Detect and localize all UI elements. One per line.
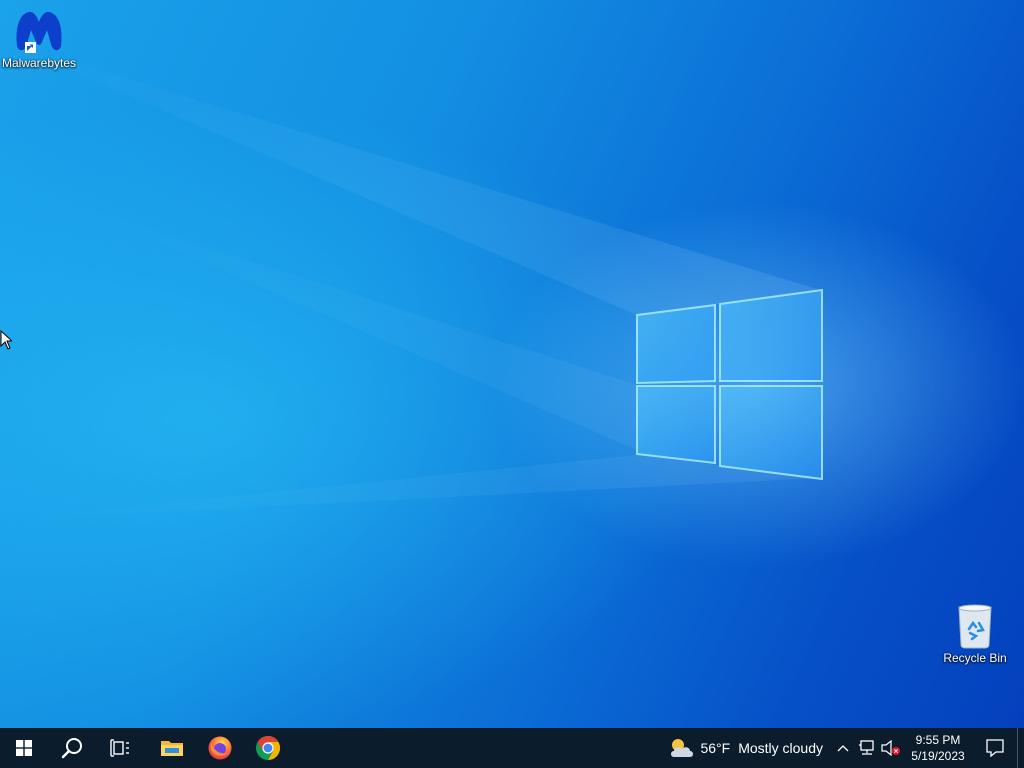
taskbar: 56°F Mostly cloudy 9:55 PM 5/19/2023 (0, 728, 1024, 768)
search-button[interactable] (48, 728, 96, 768)
weather-condition: Mostly cloudy (738, 740, 823, 756)
malwarebytes-icon (16, 11, 62, 53)
system-tray: 56°F Mostly cloudy 9:55 PM 5/19/2023 (664, 728, 1024, 768)
chrome-button[interactable] (244, 728, 292, 768)
volume-button[interactable] (879, 728, 903, 768)
chevron-up-icon (837, 745, 849, 752)
mouse-cursor-icon (0, 330, 12, 350)
action-center-button[interactable] (973, 728, 1017, 768)
clock-time: 9:55 PM (915, 733, 961, 747)
desktop-icon-label: Malwarebytes (1, 56, 77, 70)
clock-date: 5/19/2023 (911, 749, 965, 763)
weather-temperature: 56°F (700, 740, 731, 756)
windows-logo-icon (16, 740, 32, 756)
partly-cloudy-icon (671, 739, 694, 757)
desktop-icon-malwarebytes[interactable]: Malwarebytes (1, 8, 77, 70)
show-hidden-icons-button[interactable] (831, 728, 855, 768)
network-icon (859, 740, 874, 755)
clock[interactable]: 9:55 PM 5/19/2023 (903, 728, 973, 768)
search-icon (61, 738, 82, 759)
wallpaper-windows-logo (0, 40, 823, 520)
notification-icon (986, 739, 1004, 757)
firefox-button[interactable] (196, 728, 244, 768)
firefox-icon (208, 736, 232, 760)
speaker-muted-icon (881, 740, 900, 756)
desktop-icon-recycle-bin[interactable]: Recycle Bin (937, 603, 1013, 665)
show-desktop-button[interactable] (1017, 728, 1024, 768)
folder-icon (161, 741, 183, 756)
file-explorer-button[interactable] (148, 728, 196, 768)
network-button[interactable] (855, 728, 879, 768)
chrome-icon (256, 736, 281, 760)
weather-widget[interactable]: 56°F Mostly cloudy (664, 728, 831, 768)
desktop-icon-label: Recycle Bin (943, 651, 1007, 665)
task-view-icon (110, 739, 129, 757)
start-button[interactable] (0, 728, 48, 768)
desktop[interactable]: Malwarebytes Recycle Bin (0, 0, 1024, 728)
task-view-button[interactable] (96, 728, 144, 768)
recycle-bin-icon (958, 604, 992, 649)
